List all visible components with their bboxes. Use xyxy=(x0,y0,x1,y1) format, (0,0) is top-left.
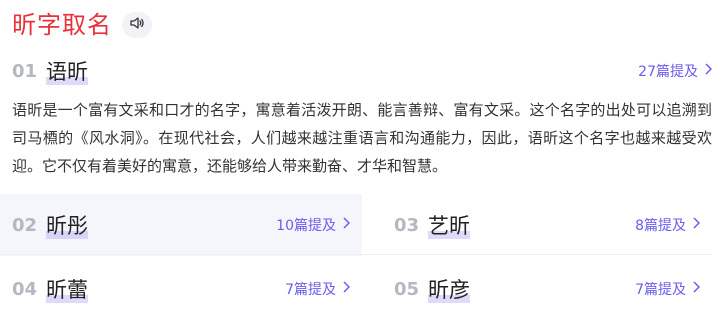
name-text: 昕彤 xyxy=(46,210,88,240)
mentions-count: 7篇提及 xyxy=(285,282,336,298)
mentions-link[interactable]: 7篇提及 xyxy=(285,279,351,299)
mentions-link[interactable]: 27篇提及 xyxy=(638,61,713,81)
rank-number: 05 xyxy=(394,278,420,300)
mentions-count: 10篇提及 xyxy=(276,218,336,234)
mentions-count: 27篇提及 xyxy=(638,64,698,80)
chevron-right-icon xyxy=(692,281,701,297)
rank-number: 04 xyxy=(12,278,38,300)
chevron-right-icon xyxy=(704,63,713,79)
name-item-1[interactable]: 01 语昕 27篇提及 xyxy=(12,54,713,88)
rank-number: 01 xyxy=(12,60,38,82)
name-description: 语昕是一个富有文采和口才的名字，寓意着活泼开朗、能言善辩、富有文采。这个名字的出… xyxy=(12,101,712,175)
mentions-link[interactable]: 10篇提及 xyxy=(276,215,351,235)
mentions-link[interactable]: 7篇提及 xyxy=(635,279,701,299)
divider xyxy=(0,254,712,255)
mentions-count: 7篇提及 xyxy=(635,282,686,298)
page-title: 昕字取名 xyxy=(12,11,112,39)
chevron-right-icon xyxy=(692,217,701,233)
chevron-right-icon xyxy=(342,281,351,297)
name-text: 昕彦 xyxy=(428,274,470,304)
name-item-5[interactable]: 05 昕彦 7篇提及 xyxy=(382,258,712,320)
audio-button[interactable] xyxy=(122,12,152,38)
chevron-right-icon xyxy=(342,217,351,233)
mentions-link[interactable]: 8篇提及 xyxy=(635,215,701,235)
name-item-4[interactable]: 04 昕蕾 7篇提及 xyxy=(0,258,362,320)
rank-number: 02 xyxy=(12,214,38,236)
name-text: 昕蕾 xyxy=(46,274,88,304)
name-text: 语昕 xyxy=(46,56,88,86)
name-text: 艺昕 xyxy=(428,210,470,240)
header: 昕字取名 xyxy=(12,8,152,42)
mentions-count: 8篇提及 xyxy=(635,218,686,234)
name-item-3[interactable]: 03 艺昕 8篇提及 xyxy=(382,194,712,256)
speaker-icon xyxy=(129,15,145,35)
name-item-2[interactable]: 02 昕彤 10篇提及 xyxy=(0,194,362,256)
rank-number: 03 xyxy=(394,214,420,236)
